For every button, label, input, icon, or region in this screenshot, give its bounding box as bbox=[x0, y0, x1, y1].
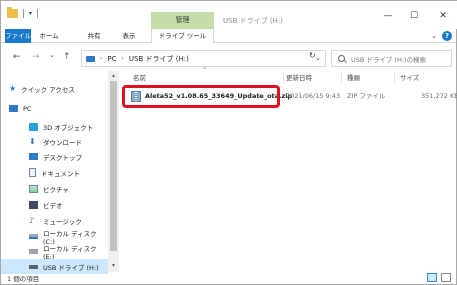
nav-item-quick-access[interactable]: ★ クイック アクセス bbox=[1, 81, 108, 96]
toolbar-dropdown-icon[interactable]: ▾ bbox=[29, 10, 32, 17]
breadcrumb-usb-drive[interactable]: USB ドライブ (H:) bbox=[129, 54, 189, 64]
nav-item-documents[interactable]: ドキュメント bbox=[1, 165, 108, 180]
computer-icon bbox=[9, 105, 18, 112]
nav-item-label: 3D オブジェクト bbox=[43, 123, 94, 132]
tab-drive-tools[interactable]: ドライブ ツール bbox=[151, 29, 214, 43]
ribbon-tabs: ファイル ホーム 共有 表示 ドライブ ツール ⌄ ? bbox=[1, 29, 456, 43]
breadcrumb-separator-icon[interactable]: › bbox=[100, 55, 102, 62]
minimize-button[interactable]: — bbox=[378, 11, 398, 21]
desktop-icon bbox=[29, 153, 38, 160]
close-button[interactable]: ✕ bbox=[433, 11, 453, 21]
address-row: ← → ⌄ ↑ › PC › USB ドライブ (H:) ⌄ ↻ USB ドライ… bbox=[1, 47, 456, 69]
navigation-pane: ★ クイック アクセス PC 3D オブジェクト ⬇ ダウンロード デスクトップ… bbox=[1, 71, 119, 274]
forward-button[interactable]: → bbox=[32, 52, 40, 62]
back-button[interactable]: ← bbox=[13, 52, 21, 62]
nav-item-label: ローカル ディスク (E:) bbox=[43, 244, 97, 261]
tab-view[interactable]: 表示 bbox=[118, 29, 140, 43]
column-separator[interactable] bbox=[341, 73, 342, 84]
nav-item-pc[interactable]: PC bbox=[1, 101, 108, 116]
document-icon bbox=[29, 168, 36, 177]
nav-item-label: ダウンロード bbox=[43, 138, 82, 147]
nav-item-label: ピクチャ bbox=[43, 185, 69, 194]
3d-objects-icon bbox=[29, 122, 38, 131]
folder-icon[interactable] bbox=[7, 7, 18, 18]
highlight-box bbox=[122, 85, 280, 108]
file-size: 351,272 KB bbox=[421, 92, 457, 100]
video-icon bbox=[29, 200, 38, 209]
drive-icon bbox=[29, 234, 38, 239]
scroll-down-icon[interactable]: ▾ bbox=[108, 262, 119, 269]
refresh-button[interactable]: ↻ bbox=[309, 51, 316, 60]
tab-home[interactable]: ホーム bbox=[35, 29, 63, 43]
quick-access-toolbar: ▾ bbox=[7, 7, 39, 18]
recent-locations-button[interactable]: ⌄ bbox=[49, 51, 55, 59]
nav-item-3d-objects[interactable]: 3D オブジェクト bbox=[1, 119, 108, 134]
nav-item-label: ビデオ bbox=[43, 201, 63, 210]
usb-drive-icon bbox=[29, 264, 38, 269]
file-type: ZIP ファイル bbox=[347, 92, 386, 100]
column-header-date[interactable]: 更新日時 bbox=[286, 71, 312, 86]
breadcrumb-pc[interactable]: PC bbox=[107, 55, 116, 63]
column-header-name[interactable]: 名前 bbox=[133, 71, 146, 86]
nav-item-music[interactable]: ♪ ミュージック bbox=[1, 213, 108, 228]
nav-item-label: ドキュメント bbox=[41, 169, 80, 178]
large-icons-view-icon[interactable] bbox=[441, 273, 451, 282]
download-icon: ⬇ bbox=[29, 137, 36, 146]
computer-icon bbox=[86, 55, 95, 62]
music-icon: ♪ bbox=[29, 216, 35, 225]
context-tab-header-label: 管理 bbox=[175, 16, 190, 24]
details-view-icon[interactable] bbox=[427, 273, 437, 282]
column-header-type[interactable]: 種類 bbox=[347, 71, 360, 86]
toolbar-separator bbox=[37, 9, 39, 18]
file-date: 2021/06/15 9:43 bbox=[286, 92, 341, 100]
maximize-button[interactable]: ☐ bbox=[404, 11, 424, 21]
tab-share[interactable]: 共有 bbox=[83, 29, 105, 43]
search-icon bbox=[338, 55, 345, 62]
sort-ascending-icon: ^ bbox=[202, 67, 208, 74]
column-header-size[interactable]: サイズ bbox=[400, 71, 419, 86]
expand-ribbon-icon[interactable]: ⌄ bbox=[431, 32, 437, 40]
explorer-window: ▾ 管理 USB ドライブ (H:) — ☐ ✕ ファイル ホーム 共有 表示 … bbox=[0, 0, 457, 285]
item-count: 1 個の項目 bbox=[7, 275, 40, 283]
address-bar[interactable]: › PC › USB ドライブ (H:) ⌄ bbox=[81, 50, 326, 67]
nav-item-videos[interactable]: ビデオ bbox=[1, 197, 108, 212]
nav-item-label: ミュージック bbox=[43, 217, 82, 226]
picture-icon bbox=[29, 184, 38, 193]
nav-item-label: クイック アクセス bbox=[21, 85, 75, 94]
address-dropdown-icon[interactable]: ⌄ bbox=[315, 54, 321, 62]
breadcrumb-separator-icon[interactable]: › bbox=[122, 55, 124, 62]
nav-item-label: デスクトップ bbox=[43, 153, 82, 162]
title-bar: ▾ 管理 USB ドライブ (H:) — ☐ ✕ bbox=[1, 1, 457, 29]
nav-item-pictures[interactable]: ピクチャ bbox=[1, 181, 108, 196]
drive-icon bbox=[29, 249, 38, 254]
search-input[interactable]: USB ドライブ (H:)の検索 bbox=[331, 50, 452, 67]
nav-item-desktop[interactable]: デスクトップ bbox=[1, 149, 108, 164]
star-icon: ★ bbox=[9, 84, 17, 93]
toolbar-separator bbox=[23, 9, 24, 18]
context-tab-header: 管理 bbox=[151, 12, 214, 29]
window-title: USB ドライブ (H:) bbox=[223, 17, 283, 25]
nav-item-local-disk-e[interactable]: ローカル ディスク (E:) bbox=[1, 244, 108, 261]
column-separator[interactable] bbox=[394, 73, 395, 84]
nav-item-label: USB ドライブ (H:) bbox=[43, 263, 99, 272]
nav-item-downloads[interactable]: ⬇ ダウンロード bbox=[1, 134, 108, 149]
scrollbar-thumb[interactable] bbox=[110, 81, 117, 251]
status-bar: 1 個の項目 bbox=[1, 272, 456, 284]
help-icon[interactable]: ? bbox=[442, 31, 452, 41]
scroll-up-icon[interactable]: ▴ bbox=[108, 72, 119, 79]
nav-item-label: PC bbox=[23, 104, 32, 113]
nav-scrollbar[interactable]: ▴ ▾ bbox=[108, 71, 119, 272]
ribbon-controls: ⌄ ? bbox=[431, 31, 452, 41]
search-placeholder: USB ドライブ (H:)の検索 bbox=[351, 55, 427, 64]
tab-file[interactable]: ファイル bbox=[5, 29, 31, 43]
column-separator[interactable] bbox=[283, 73, 284, 84]
up-button[interactable]: ↑ bbox=[63, 52, 71, 62]
